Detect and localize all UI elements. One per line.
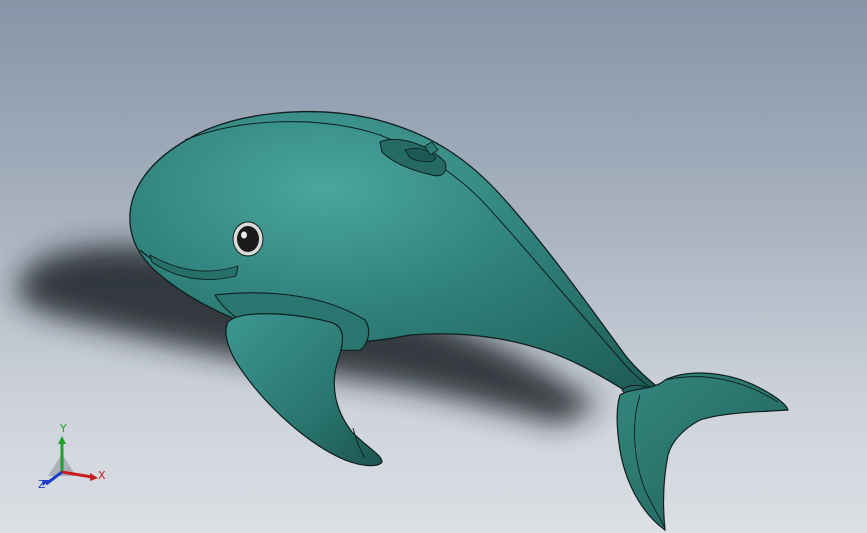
triad-x-arrow (90, 473, 98, 481)
tail-fluke[interactable] (616, 372, 789, 532)
triad-y-label: Y (59, 422, 67, 435)
3d-scene[interactable]: Y X Z (0, 0, 867, 533)
graphics-viewport[interactable]: Y X Z (0, 0, 867, 533)
reference-triad[interactable]: Y X Z (38, 422, 106, 491)
triad-x-label: X (98, 469, 106, 482)
triad-y-arrow (58, 436, 66, 444)
whale-model[interactable] (129, 111, 789, 532)
triad-z-label: Z (38, 478, 46, 491)
whale-eye[interactable] (232, 221, 264, 257)
